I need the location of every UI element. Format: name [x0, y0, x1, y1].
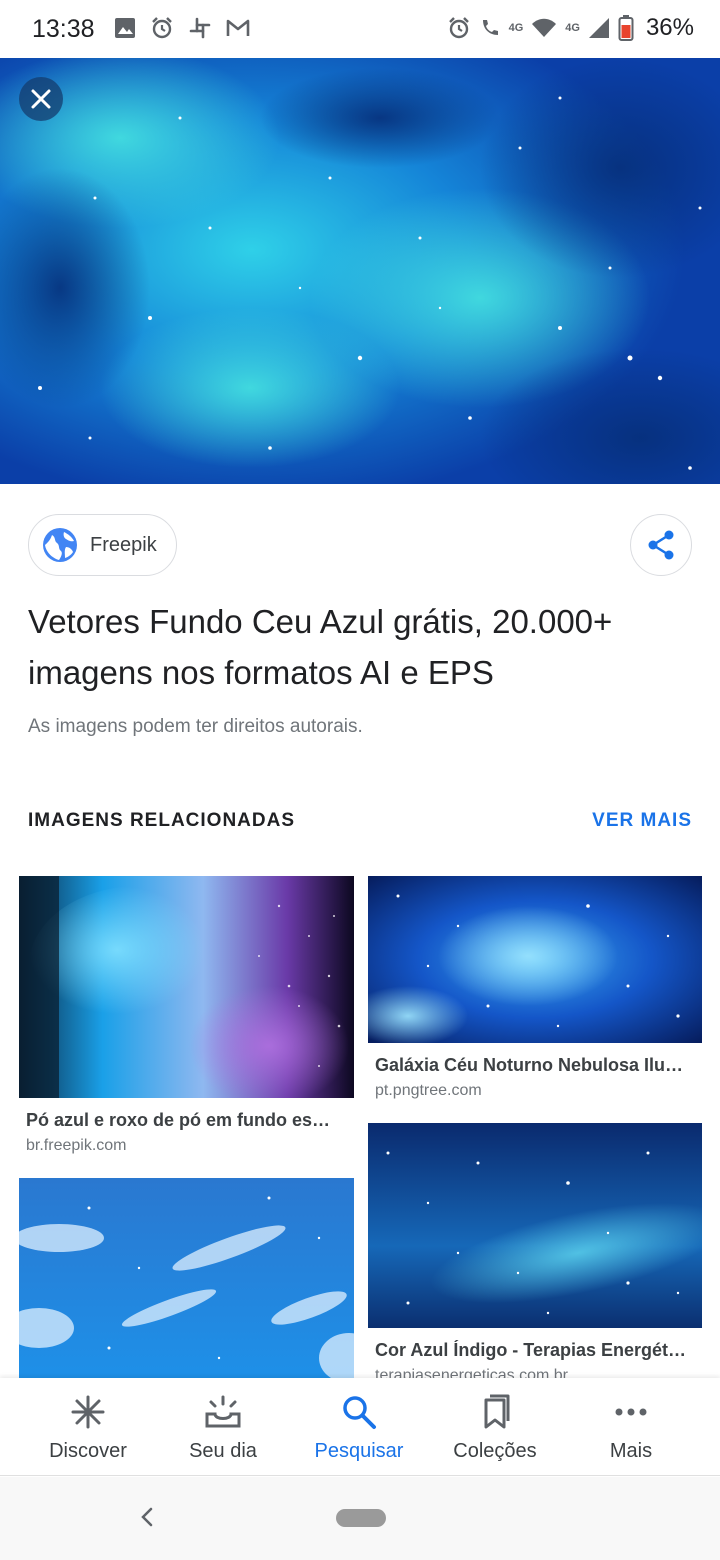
related-image-source: pt.pngtree.com	[375, 1082, 482, 1099]
status-time: 13:38	[32, 15, 95, 43]
copyright-notice: As imagens podem ter direitos autorais.	[28, 716, 363, 737]
system-icons: 4G 4G 36%	[447, 14, 694, 42]
source-chip[interactable]: Freepik	[28, 514, 177, 576]
battery-percentage: 36%	[645, 14, 694, 41]
close-button[interactable]	[19, 77, 63, 121]
bookmarks-icon	[484, 1394, 510, 1429]
gmail-icon	[226, 19, 250, 36]
share-button[interactable]	[630, 514, 692, 576]
related-image-card[interactable]: Galáxia Céu Noturno Nebulosa Ilu… pt.png…	[368, 876, 702, 1100]
nav-label: Discover	[49, 1440, 127, 1462]
nav-seu-dia[interactable]: Seu dia	[151, 1378, 295, 1476]
related-image-title: Galáxia Céu Noturno Nebulosa Ilu…	[375, 1055, 684, 1075]
nav-colecoes[interactable]: Coleções	[423, 1378, 567, 1476]
nav-label: Coleções	[453, 1440, 537, 1462]
related-image-title: Cor Azul Índigo - Terapias Energét…	[375, 1340, 687, 1360]
nav-label: Seu dia	[189, 1440, 257, 1462]
sunrise-icon	[205, 1395, 241, 1428]
related-image-thumbnail	[19, 1178, 354, 1378]
nav-discover[interactable]: Discover	[16, 1378, 160, 1476]
close-icon	[31, 89, 51, 109]
alarm-icon	[152, 17, 172, 39]
alarm-icon	[448, 17, 469, 39]
related-image-card[interactable]: Cor Azul Índigo - Terapias Energét… tera…	[368, 1123, 702, 1385]
signal-icon	[588, 18, 609, 38]
bottom-navigation: Discover Seu dia Pesquisar Coleções Mais	[0, 1378, 720, 1476]
share-icon	[648, 530, 674, 560]
home-button[interactable]	[336, 1509, 386, 1527]
result-title[interactable]: Vetores Fundo Ceu Azul grátis, 20.000+ i…	[28, 596, 688, 698]
related-image-thumbnail	[19, 876, 354, 1098]
nav-label: Mais	[609, 1440, 653, 1462]
asterisk-icon	[71, 1395, 105, 1429]
related-images-heading: IMAGENS RELACIONADAS	[28, 810, 296, 831]
more-dots-icon	[615, 1408, 647, 1416]
related-image-source: br.freepik.com	[26, 1137, 127, 1154]
status-bar: 13:38 4G 4G 36%	[0, 0, 720, 58]
slack-icon	[189, 17, 211, 39]
system-navigation-bar	[0, 1477, 720, 1560]
hero-image[interactable]	[0, 58, 720, 484]
network-type-label: 4G	[508, 22, 524, 34]
see-more-link[interactable]: VER MAIS	[592, 810, 692, 832]
nebula-image	[0, 58, 720, 484]
back-icon[interactable]	[136, 1505, 160, 1529]
nav-pesquisar[interactable]: Pesquisar	[287, 1378, 431, 1476]
network-type-label: 4G	[565, 22, 580, 34]
related-image-title: Pó azul e roxo de pó em fundo es…	[26, 1110, 331, 1130]
notification-icons	[114, 16, 250, 40]
source-name: Freepik	[90, 533, 157, 556]
related-image-card[interactable]	[19, 1178, 354, 1378]
nav-mais[interactable]: Mais	[559, 1378, 703, 1476]
battery-icon	[618, 15, 634, 41]
nav-label: Pesquisar	[314, 1440, 404, 1462]
wifi-icon	[532, 18, 557, 37]
wifi-call-icon	[482, 20, 498, 35]
related-image-card[interactable]: Pó azul e roxo de pó em fundo es… br.fre…	[19, 876, 354, 1155]
related-image-thumbnail	[368, 1123, 702, 1328]
search-icon	[343, 1396, 376, 1429]
gallery-icon	[115, 18, 135, 38]
globe-icon	[43, 528, 77, 562]
related-image-thumbnail	[368, 876, 702, 1043]
